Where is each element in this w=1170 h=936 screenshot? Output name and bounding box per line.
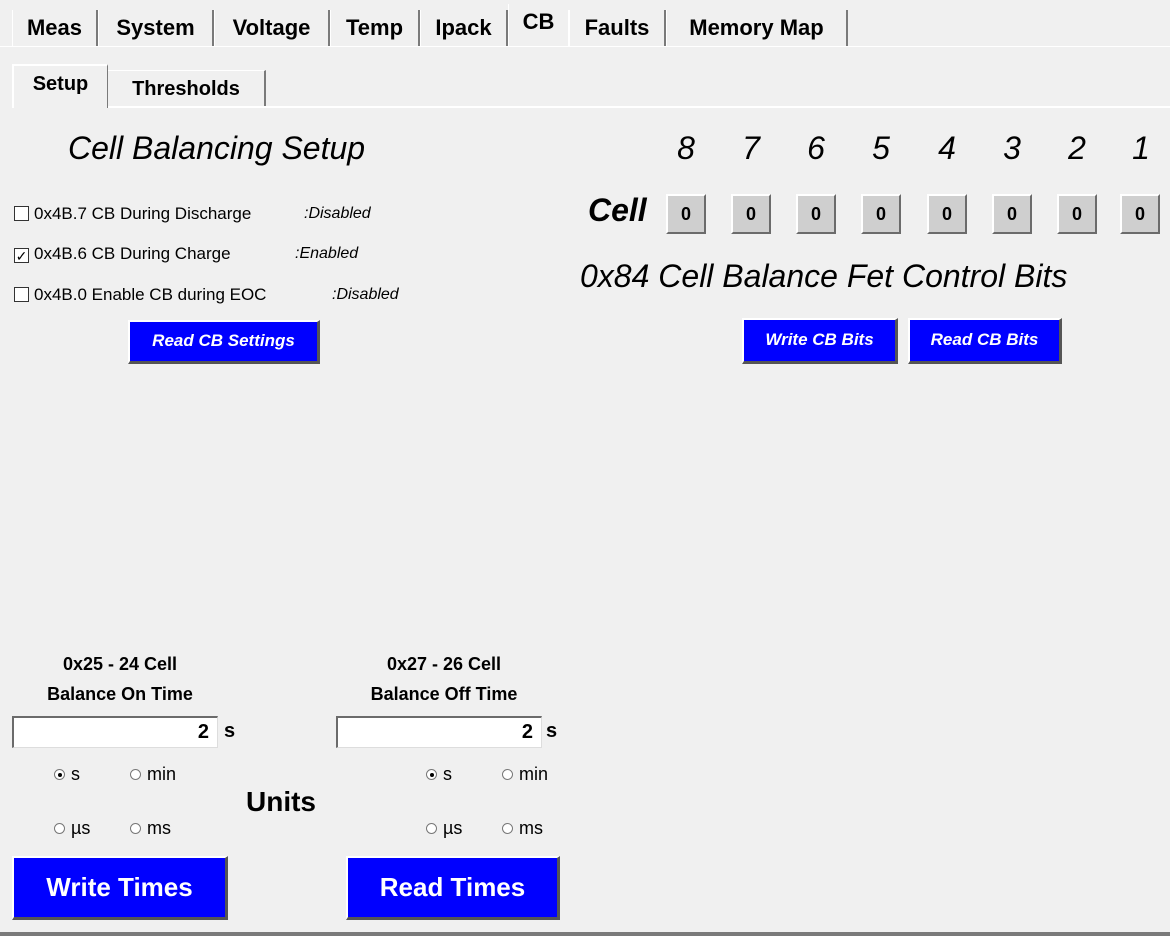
cell-bit-3-button[interactable]: 0: [992, 194, 1032, 234]
cell-row-label: Cell: [588, 192, 647, 228]
on-time-label-line1: 0x25 - 24 Cell: [62, 654, 178, 674]
units-label: Units: [246, 786, 316, 817]
off-time-label-line2: Balance Off Time: [370, 684, 518, 704]
checkbox[interactable]: ✓: [14, 248, 29, 264]
cell-number: 6: [807, 130, 825, 166]
on-unit-us-radio[interactable]: µs: [54, 818, 90, 839]
radio-dot[interactable]: [502, 823, 513, 834]
tab-voltage[interactable]: Voltage: [214, 10, 330, 46]
cell-number: 3: [1003, 130, 1021, 166]
tab-memory-map[interactable]: Memory Map: [666, 10, 848, 46]
on-time-input[interactable]: 2: [12, 716, 218, 748]
cell-bit-4-button[interactable]: 0: [927, 194, 967, 234]
radio-label: min: [147, 764, 177, 784]
radio-dot[interactable]: [130, 823, 141, 834]
tab-system[interactable]: System: [98, 10, 214, 46]
radio-label: ms: [147, 818, 171, 838]
cell-bit-7-button[interactable]: 0: [731, 194, 771, 234]
on-unit-min-radio[interactable]: min: [130, 764, 176, 785]
off-unit-us-radio[interactable]: µs: [426, 818, 462, 839]
on-unit-s-radio[interactable]: s: [54, 764, 80, 785]
radio-dot[interactable]: [130, 769, 141, 780]
radio-dot[interactable]: [54, 769, 65, 780]
radio-label: ms: [519, 818, 543, 838]
off-time-label-line1: 0x27 - 26 Cell: [386, 654, 502, 674]
tab-cb[interactable]: CB: [508, 4, 568, 46]
write-cb-bits-button[interactable]: Write CB Bits: [742, 318, 898, 364]
off-unit-min-radio[interactable]: min: [502, 764, 548, 785]
checkbox[interactable]: [14, 206, 29, 221]
on-time-unit: s: [224, 720, 236, 742]
cell-bit-8-button[interactable]: 0: [666, 194, 706, 234]
option-status: :Enabled: [295, 245, 359, 262]
subtab-divider: [108, 106, 1170, 108]
option-label: 0x4B.0 Enable CB during EOC: [34, 285, 267, 304]
option-cb-charge[interactable]: ✓ 0x4B.6 CB During Charge: [14, 244, 231, 264]
main-tab-bar: Meas System Voltage Temp Ipack CB Faults…: [0, 0, 1170, 48]
off-time-unit: s: [546, 720, 558, 742]
off-time-input[interactable]: 2: [336, 716, 542, 748]
subtab-thresholds[interactable]: Thresholds: [108, 70, 266, 106]
radio-label: s: [71, 764, 80, 784]
radio-label: µs: [443, 818, 463, 838]
cell-bit-6-button[interactable]: 0: [796, 194, 836, 234]
setup-title: Cell Balancing Setup: [68, 130, 366, 166]
option-status: :Disabled: [304, 205, 371, 222]
subtab-setup[interactable]: Setup: [12, 64, 108, 108]
cell-bit-1-button[interactable]: 0: [1120, 194, 1160, 234]
cell-number: 4: [938, 130, 956, 166]
cell-bit-2-button[interactable]: 0: [1057, 194, 1097, 234]
on-time-label-line2: Balance On Time: [47, 684, 193, 704]
tab-meas[interactable]: Meas: [12, 10, 98, 46]
off-unit-s-radio[interactable]: s: [426, 764, 452, 785]
radio-dot[interactable]: [426, 823, 437, 834]
radio-dot[interactable]: [54, 823, 65, 834]
tab-faults[interactable]: Faults: [568, 10, 666, 46]
write-times-button[interactable]: Write Times: [12, 856, 228, 920]
radio-label: µs: [71, 818, 91, 838]
cell-number: 8: [677, 130, 695, 166]
radio-label: min: [519, 764, 549, 784]
read-cb-bits-button[interactable]: Read CB Bits: [908, 318, 1062, 364]
cell-bits-caption: 0x84 Cell Balance Fet Control Bits: [580, 258, 1068, 294]
option-status: :Disabled: [332, 286, 399, 303]
option-label: 0x4B.7 CB During Discharge: [34, 204, 252, 223]
radio-dot[interactable]: [426, 769, 437, 780]
tab-divider: [0, 46, 1170, 47]
cell-number: 2: [1068, 130, 1086, 166]
checkbox[interactable]: [14, 287, 29, 302]
tab-ipack[interactable]: Ipack: [420, 10, 508, 46]
option-cb-discharge[interactable]: 0x4B.7 CB During Discharge: [14, 204, 251, 224]
cell-number: 1: [1132, 130, 1150, 166]
tab-temp[interactable]: Temp: [330, 10, 420, 46]
option-label: 0x4B.6 CB During Charge: [34, 244, 231, 263]
off-unit-ms-radio[interactable]: ms: [502, 818, 543, 839]
radio-dot[interactable]: [502, 769, 513, 780]
cell-bit-5-button[interactable]: 0: [861, 194, 901, 234]
cell-number: 7: [742, 130, 760, 166]
read-cb-settings-button[interactable]: Read CB Settings: [128, 320, 320, 364]
bottom-border: [0, 932, 1170, 936]
radio-label: s: [443, 764, 452, 784]
on-unit-ms-radio[interactable]: ms: [130, 818, 171, 839]
option-cb-eoc[interactable]: 0x4B.0 Enable CB during EOC: [14, 285, 266, 305]
read-times-button[interactable]: Read Times: [346, 856, 560, 920]
cell-number: 5: [872, 130, 890, 166]
